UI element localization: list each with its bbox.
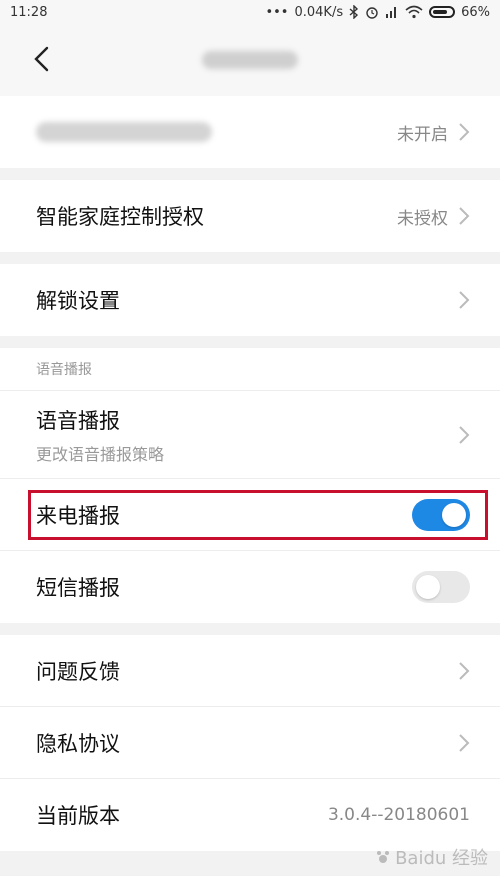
divider-gap <box>0 168 500 180</box>
call-broadcast-label: 来电播报 <box>36 503 120 528</box>
unlock-label: 解锁设置 <box>36 289 120 313</box>
call-broadcast-toggle[interactable] <box>412 498 470 531</box>
status-icons: ••• 0.04K/s 66% <box>265 5 490 20</box>
blurred-setting-label <box>36 122 212 142</box>
divider-gap <box>0 252 500 264</box>
chevron-right-icon <box>459 291 470 309</box>
smart-home-label: 智能家庭控制授权 <box>36 205 204 229</box>
blurred-setting-row[interactable]: 未开启 <box>0 96 500 168</box>
voice-broadcast-row[interactable]: 语音播报 更改语音播报策略 <box>0 391 500 479</box>
alarm-icon <box>366 7 378 19</box>
chevron-right-icon <box>459 733 470 752</box>
watermark-text: Baidu 经验 <box>395 848 488 869</box>
status-time: 11:28 <box>10 4 48 20</box>
signal-icon <box>386 7 397 18</box>
network-speed: 0.04K/s <box>294 4 344 20</box>
chevron-right-icon <box>459 207 470 225</box>
divider-gap <box>0 623 500 635</box>
feedback-row[interactable]: 问题反馈 <box>0 635 500 707</box>
more-section: 问题反馈 隐私协议 当前版本 3.0.4--20180601 <box>0 635 500 851</box>
row-right <box>458 733 470 753</box>
chevron-right-icon <box>459 661 470 680</box>
feedback-label: 问题反馈 <box>36 659 120 684</box>
chevron-right-icon <box>459 123 470 141</box>
settings-group-auth: 智能家庭控制授权 未授权 <box>0 180 500 252</box>
back-button[interactable] <box>28 44 58 74</box>
unlock-row[interactable]: 解锁设置 <box>0 264 500 336</box>
version-value: 3.0.4--20180601 <box>327 805 470 825</box>
section-header-voice: 语音播报 <box>0 348 500 391</box>
divider-gap <box>0 336 500 348</box>
wifi-icon <box>405 5 423 19</box>
battery-icon <box>429 6 456 18</box>
call-broadcast-row: 来电播报 <box>0 479 500 551</box>
paw-icon <box>377 851 390 863</box>
settings-group-unlock: 解锁设置 <box>0 264 500 336</box>
row-right <box>458 425 470 445</box>
toggle-knob <box>416 575 440 599</box>
watermark: Baidu 经验 <box>375 844 488 870</box>
sms-broadcast-label: 短信播报 <box>36 576 120 600</box>
privacy-label: 隐私协议 <box>36 731 120 756</box>
settings-group-top: 未开启 <box>0 96 500 168</box>
smart-home-status: 未授权 <box>397 208 448 229</box>
version-label: 当前版本 <box>36 804 120 828</box>
smart-home-row[interactable]: 智能家庭控制授权 未授权 <box>0 180 500 252</box>
battery-percent: 66% <box>461 4 490 20</box>
voice-broadcast-label: 语音播报 <box>36 408 120 433</box>
blurred-setting-status: 未开启 <box>397 124 448 145</box>
page-title-blurred <box>202 51 298 69</box>
voice-broadcast-subtitle: 更改语音播报策略 <box>36 444 165 464</box>
chevron-right-icon <box>459 425 470 444</box>
row-right <box>458 290 470 310</box>
row-right: 未授权 <box>397 204 470 229</box>
status-dots: ••• <box>265 4 289 20</box>
row-right: 未开启 <box>397 120 470 145</box>
toggle-knob <box>442 502 466 527</box>
voice-broadcast-text: 语音播报 更改语音播报策略 <box>36 405 164 465</box>
version-row: 当前版本 3.0.4--20180601 <box>0 779 500 851</box>
sms-broadcast-row: 短信播报 <box>0 551 500 623</box>
voice-section: 语音播报 语音播报 更改语音播报策略 来电播报 短信播报 <box>0 348 500 623</box>
app-header <box>0 24 500 96</box>
status-bar: 11:28 ••• 0.04K/s 66% <box>0 0 500 24</box>
sms-broadcast-toggle[interactable] <box>412 571 470 603</box>
bluetooth-icon <box>349 5 359 19</box>
privacy-row[interactable]: 隐私协议 <box>0 707 500 779</box>
row-right <box>458 661 470 681</box>
